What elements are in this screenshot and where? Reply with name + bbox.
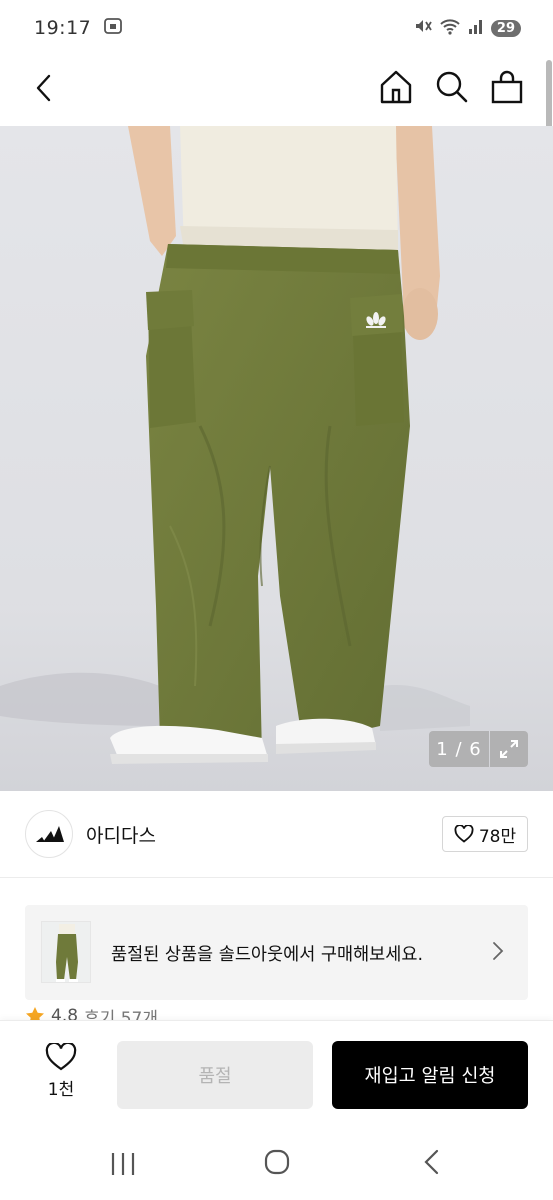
brand-like-button[interactable]: 78만 <box>442 816 528 852</box>
shopping-bag-icon <box>491 70 523 104</box>
product-image <box>0 126 553 791</box>
mute-icon <box>413 16 433 40</box>
wifi-icon <box>439 16 461 40</box>
brand-logo[interactable] <box>25 810 73 858</box>
back-button[interactable] <box>28 70 60 106</box>
search-icon <box>436 71 468 103</box>
wishlist-count: 1천 <box>47 1080 75 1100</box>
chevron-right-icon <box>491 941 505 965</box>
back-arrow-icon <box>36 74 51 102</box>
soldout-banner-text: 품절된 상품을 솔드아웃에서 구매해보세요. <box>111 945 424 965</box>
battery-indicator: 29 <box>490 19 521 37</box>
product-image-carousel[interactable] <box>0 126 553 791</box>
banner-thumbnail <box>41 921 91 983</box>
status-bar: 19:17 29 <box>0 0 553 56</box>
home-circle-icon <box>264 1149 290 1175</box>
bottom-action-bar: 1천 품절 재입고 알림 신청 <box>0 1020 553 1128</box>
adidas-logo-icon <box>36 826 64 842</box>
brand-row: 아디다스 78만 <box>0 792 553 878</box>
soldout-button[interactable]: 품절 <box>117 1041 313 1109</box>
search-button[interactable] <box>434 68 470 110</box>
heart-icon <box>454 825 474 843</box>
top-nav <box>0 56 553 126</box>
expand-icon <box>500 740 518 758</box>
screenshot-icon <box>103 16 123 40</box>
signal-icon <box>467 17 485 39</box>
cart-button[interactable] <box>490 68 524 110</box>
wishlist-button[interactable]: 1천 <box>30 1043 92 1107</box>
system-home-button[interactable] <box>263 1148 291 1180</box>
recents-button[interactable] <box>108 1150 138 1182</box>
brand-name[interactable]: 아디다스 <box>86 821 156 848</box>
system-back-button[interactable] <box>420 1148 444 1180</box>
image-counter: 1 / 6 <box>429 731 489 767</box>
restock-alert-button[interactable]: 재입고 알림 신청 <box>332 1041 528 1109</box>
like-count: 78만 <box>478 826 517 847</box>
expand-image-button[interactable] <box>490 731 528 767</box>
heart-icon <box>45 1043 77 1071</box>
recents-icon <box>111 1153 135 1175</box>
home-icon <box>380 70 412 104</box>
status-time: 19:17 <box>34 17 92 39</box>
system-nav-bar <box>0 1128 553 1200</box>
home-button[interactable] <box>378 68 414 110</box>
back-icon <box>424 1149 439 1175</box>
soldout-banner[interactable]: 품절된 상품을 솔드아웃에서 구매해보세요. <box>25 905 528 1000</box>
